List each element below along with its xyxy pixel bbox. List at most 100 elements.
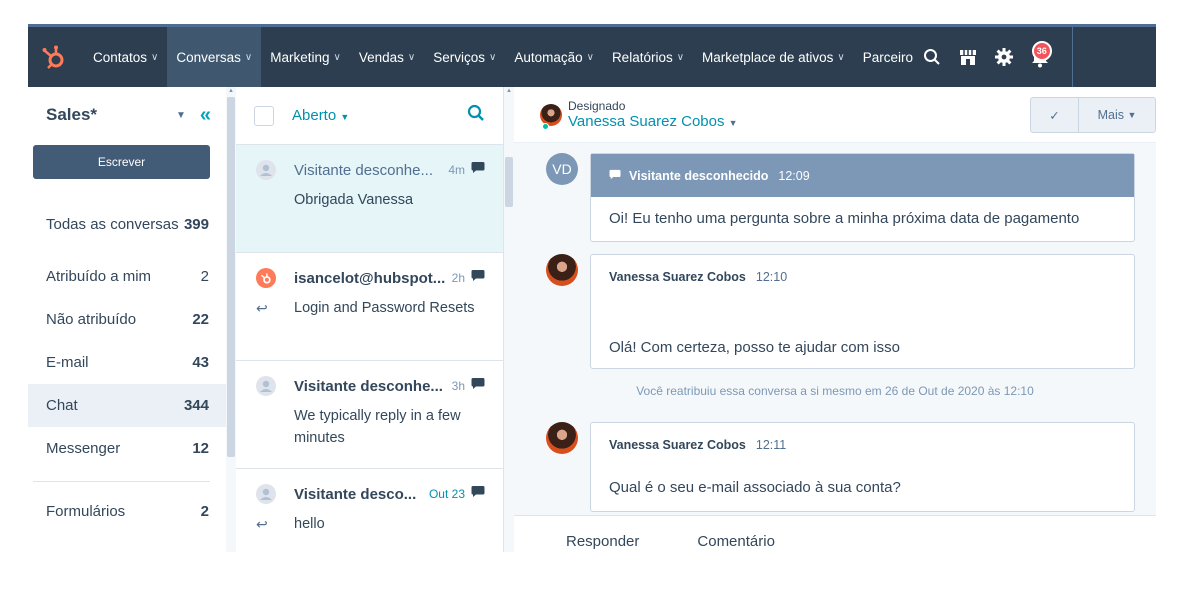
sidebar-item-messenger[interactable]: Messenger 12: [28, 427, 227, 470]
message-card: Vanessa Suarez Cobos 12:10 Olá! Com cert…: [590, 254, 1135, 369]
inbox-selector[interactable]: Sales* ▼ «: [28, 87, 227, 143]
conversation-thread: Designado Vanessa Suarez Cobos ▼ ✓ Mais …: [514, 87, 1156, 552]
sidebar-item-label: Chat: [46, 397, 78, 414]
nav-servicos[interactable]: Serviços ∨: [424, 27, 505, 87]
sidebar-item-count: 22: [192, 311, 209, 328]
marketplace-icon[interactable]: [950, 27, 986, 87]
visitor-avatar-icon: [256, 484, 276, 504]
close-conversation-button[interactable]: ✓: [1031, 98, 1079, 132]
assigned-label: Designado: [568, 99, 626, 113]
message-sender: Vanessa Suarez Cobos: [609, 438, 746, 452]
sidebar-item-forms[interactable]: Formulários 2: [28, 490, 227, 533]
thread-header: Designado Vanessa Suarez Cobos ▼ ✓ Mais …: [514, 87, 1156, 143]
chat-bubble-icon: [471, 485, 485, 503]
checkmark-icon: ✓: [1049, 108, 1060, 123]
scrollbar-thumb[interactable]: [505, 157, 513, 207]
sidebar-item-label: Não atribuído: [46, 311, 137, 328]
message-header: Visitante desconhecido 12:09: [591, 154, 1134, 197]
conversation-preview: hello: [294, 516, 325, 532]
status-filter[interactable]: Aberto ▼: [292, 107, 467, 124]
nav-label: Vendas: [358, 49, 404, 65]
sidebar-item-unassigned[interactable]: Não atribuído 22: [28, 298, 227, 341]
nav-parceiro[interactable]: Parceiro: [854, 27, 914, 87]
nav-divider: [1071, 27, 1073, 87]
conversation-time: 4m: [448, 163, 465, 177]
nav-contatos[interactable]: Contatos ∨: [84, 27, 167, 87]
conversation-item[interactable]: Visitante desco... Out 23 ↩ hello: [236, 469, 503, 552]
sidebar-item-count: 344: [183, 397, 209, 414]
agent-avatar: [546, 254, 578, 286]
nav-automacao[interactable]: Automação ∨: [505, 27, 603, 87]
tab-reply[interactable]: Responder: [566, 533, 639, 552]
sidebar-item-label: E-mail: [46, 354, 89, 371]
message-card: Vanessa Suarez Cobos 12:11 Qual é o seu …: [590, 422, 1135, 512]
inbox-sidebar: Sales* ▼ « Escrever Todas as conversas 3…: [28, 87, 228, 552]
chevron-down-icon: ∨: [407, 51, 416, 63]
sidebar-item-email[interactable]: E-mail 43: [28, 341, 227, 384]
online-status-icon: [542, 122, 549, 130]
reassignment-event: Você reatribuiu essa conversa a si mesmo…: [636, 384, 1034, 398]
compose-button[interactable]: Escrever: [33, 145, 210, 179]
message-time: 12:11: [755, 438, 787, 452]
visitor-avatar: VD: [546, 153, 578, 185]
top-navigation: Contatos ∨ Conversas ∨ Marketing ∨ Vendas ∨ …: [28, 24, 1156, 87]
message-text: Olá! Com certeza, posso te ajudar com is…: [609, 339, 900, 356]
chevron-down-icon: ∨: [151, 51, 159, 63]
message-card: Visitante desconhecido 12:09 Oi! Eu tenh…: [590, 153, 1135, 242]
nav-vendas[interactable]: Vendas ∨: [350, 27, 424, 87]
conversation-item[interactable]: isancelot@hubspot... 2h ↩ Login and Passw…: [236, 253, 503, 361]
conversation-item[interactable]: Visitante desconhe... 4m Obrigada Vaness…: [236, 145, 503, 253]
chevron-down-icon: ∨: [586, 51, 594, 63]
select-all-checkbox[interactable]: [254, 105, 274, 126]
sidebar-item-assigned-to-me[interactable]: Atribuído a mim 2: [28, 255, 227, 298]
scrollbar-thumb[interactable]: [227, 97, 235, 457]
conversation-preview: We typically reply in a few minutes: [294, 408, 461, 446]
conversation-item[interactable]: Visitante desconhe... 3h We typically re…: [236, 361, 503, 469]
assignee-selector[interactable]: Vanessa Suarez Cobos ▼: [568, 113, 738, 130]
sidebar-item-count: 2: [200, 503, 209, 520]
chat-bubble-icon: [471, 269, 485, 287]
tab-comment[interactable]: Comentário: [697, 533, 775, 552]
visitor-avatar-icon: [256, 160, 276, 180]
message-header: Vanessa Suarez Cobos 12:11: [591, 423, 1134, 467]
search-icon[interactable]: [467, 104, 485, 127]
scroll-up-icon[interactable]: ▲: [226, 88, 236, 96]
reply-arrow-icon: ↩: [256, 300, 268, 316]
nav-marketplace[interactable]: Marketplace de ativos ∨: [693, 27, 854, 87]
agent-avatar: [540, 103, 562, 130]
scroll-up-icon[interactable]: ▲: [504, 88, 514, 96]
hubspot-logo-icon[interactable]: [36, 39, 72, 75]
caret-down-icon[interactable]: ▼: [176, 110, 186, 121]
nav-label: Marketing: [270, 49, 330, 65]
nav-marketing[interactable]: Marketing ∨: [261, 27, 350, 87]
collapse-icon[interactable]: «: [200, 104, 211, 127]
nav-label: Conversas: [176, 49, 241, 65]
nav-label: Parceiro: [862, 49, 913, 65]
sidebar-item-label: Messenger: [46, 440, 121, 457]
assignee-name: Vanessa Suarez Cobos: [568, 113, 725, 130]
sidebar-item-count: 43: [192, 354, 209, 371]
agent-avatar: [546, 422, 578, 454]
sidebar-item-all-conversations[interactable]: Todas as conversas 399: [28, 193, 227, 255]
nav-label: Contatos: [93, 49, 148, 65]
sidebar-item-label: Formulários: [46, 503, 126, 520]
more-button[interactable]: Mais ▼: [1079, 98, 1155, 132]
visitor-avatar-icon: [256, 376, 276, 396]
chevron-down-icon: ∨: [488, 51, 497, 63]
hubspot-avatar-icon: [256, 268, 276, 288]
notifications-icon[interactable]: 36: [1022, 27, 1058, 87]
gear-icon[interactable]: [986, 27, 1022, 87]
sidebar-item-chat[interactable]: Chat 344: [28, 384, 227, 427]
conversation-name: Visitante desco...: [294, 485, 417, 503]
sidebar-scrollbar[interactable]: ▲: [226, 87, 236, 552]
nav-relatorios[interactable]: Relatórios ∨: [603, 27, 693, 87]
nav-conversas[interactable]: Conversas ∨: [167, 27, 262, 87]
search-icon[interactable]: [914, 27, 950, 87]
conversation-list-scrollbar[interactable]: ▲: [504, 87, 514, 552]
nav-label: Relatórios: [611, 49, 673, 65]
message-time: 12:10: [755, 270, 788, 284]
sidebar-divider: [33, 481, 210, 482]
conversation-name: isancelot@hubspot...: [294, 269, 446, 287]
message-sender: Vanessa Suarez Cobos: [609, 270, 746, 284]
sidebar-item-count: 2: [200, 268, 209, 285]
